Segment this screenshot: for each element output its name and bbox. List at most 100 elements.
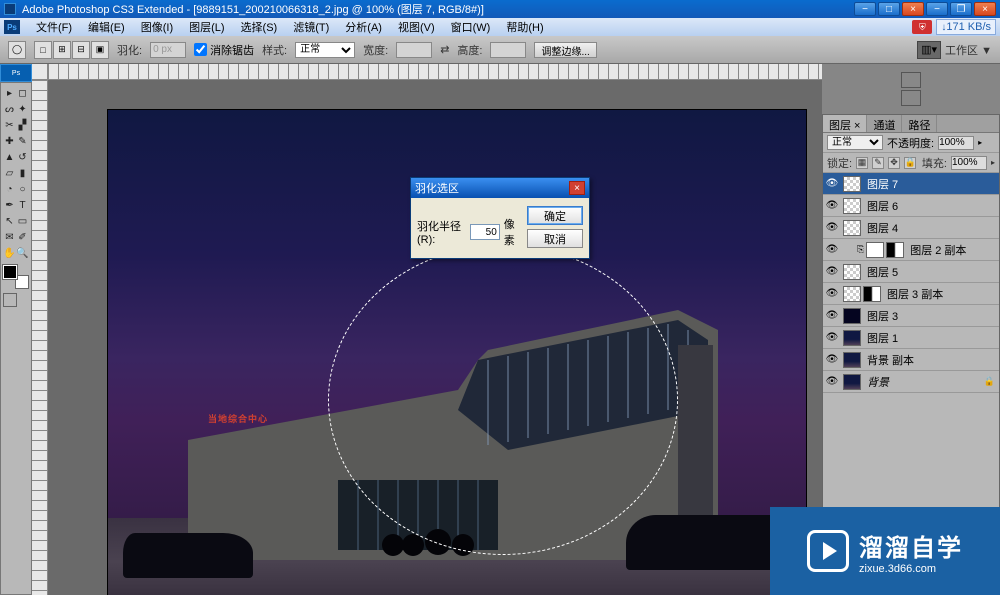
ruler-vertical[interactable] (32, 80, 48, 595)
menu-edit[interactable]: 编辑(E) (80, 17, 133, 37)
layer-name[interactable]: 图层 3 副本 (883, 286, 999, 302)
dodge-tool[interactable]: ○ (16, 182, 29, 196)
slice-tool[interactable]: ▞ (16, 118, 29, 132)
eye-icon[interactable]: 👁 (823, 288, 841, 299)
layer-row[interactable]: 👁 图层 6 (823, 195, 999, 217)
wand-tool[interactable]: ✦ (16, 102, 29, 116)
fill-input[interactable] (951, 156, 987, 170)
feather-input[interactable] (150, 42, 186, 58)
background-color[interactable] (15, 275, 29, 289)
type-tool[interactable]: T (16, 198, 29, 212)
layer-row[interactable]: 👁⎘图层 2 副本 (823, 239, 999, 261)
layer-name[interactable]: 背景 (863, 374, 984, 390)
layer-thumb[interactable] (843, 330, 861, 346)
workspace-button[interactable]: 工作区 ▼ (945, 42, 992, 58)
style-select[interactable]: 正常 (295, 42, 355, 58)
layer-name[interactable]: 图层 4 (863, 220, 999, 236)
tab-layers[interactable]: 图层 × (823, 115, 867, 132)
lock-all-icon[interactable]: 🔒 (904, 157, 916, 169)
dialog-close-button[interactable]: × (569, 181, 585, 195)
brush-tool[interactable]: ✎ (16, 134, 29, 148)
shape-tool[interactable]: ▭ (16, 214, 29, 228)
layer-name[interactable]: 图层 6 (863, 198, 999, 214)
layer-thumb[interactable] (843, 308, 861, 324)
go-bridge-icon[interactable]: ▥▾ (917, 41, 941, 59)
layer-row[interactable]: 👁 图层 4 (823, 217, 999, 239)
blend-mode-select[interactable]: 正常 (827, 135, 883, 150)
menu-image[interactable]: 图像(I) (133, 17, 181, 37)
crop-tool[interactable]: ✂ (3, 118, 16, 132)
history-brush-tool[interactable]: ↺ (16, 150, 29, 164)
antialias-checkbox[interactable]: 消除锯齿 (194, 42, 254, 58)
selection-new-icon[interactable]: □ (34, 41, 52, 59)
eye-icon[interactable]: 👁 (823, 244, 841, 255)
eye-icon[interactable]: 👁 (823, 332, 841, 343)
layer-row[interactable]: 👁图层 1 (823, 327, 999, 349)
selection-intersect-icon[interactable]: ▣ (91, 41, 109, 59)
tab-paths[interactable]: 路径 (902, 115, 937, 132)
doc-close-button[interactable]: × (974, 2, 996, 16)
close-button[interactable]: × (902, 2, 924, 16)
selection-subtract-icon[interactable]: ⊟ (72, 41, 90, 59)
eye-icon[interactable]: 👁 (823, 266, 841, 277)
zoom-tool[interactable]: 🔍 (16, 246, 29, 260)
lock-pixels-icon[interactable]: ✎ (872, 157, 884, 169)
eyedropper-tool[interactable]: ✐ (16, 230, 29, 244)
menu-window[interactable]: 窗口(W) (443, 17, 499, 37)
eye-icon[interactable]: 👁 (823, 222, 841, 233)
radius-input[interactable] (470, 224, 500, 240)
hand-tool[interactable]: ✋ (3, 246, 16, 260)
menu-view[interactable]: 视图(V) (390, 17, 443, 37)
minimize-button[interactable]: − (854, 2, 876, 16)
layer-name[interactable]: 背景 副本 (863, 352, 999, 368)
tool-preset-icon[interactable]: ◯ (8, 41, 26, 59)
menu-analysis[interactable]: 分析(A) (337, 17, 390, 37)
doc-restore-button[interactable]: ❐ (950, 2, 972, 16)
opacity-arrow-icon[interactable]: ▸ (978, 138, 982, 147)
layer-row[interactable]: 👁 图层 3 副本 (823, 283, 999, 305)
layer-row[interactable]: 👁 图层 3 (823, 305, 999, 327)
pen-tool[interactable]: ✒ (3, 198, 16, 212)
lock-transparent-icon[interactable]: ▦ (856, 157, 868, 169)
path-tool[interactable]: ↖ (3, 214, 16, 228)
ok-button[interactable]: 确定 (527, 206, 583, 225)
collapsed-panel-dock[interactable] (822, 64, 1000, 114)
heal-tool[interactable]: ✚ (3, 134, 16, 148)
menu-layer[interactable]: 图层(L) (181, 17, 232, 37)
layer-thumb[interactable] (843, 352, 861, 368)
layer-thumb[interactable] (843, 198, 861, 214)
selection-add-icon[interactable]: ⊞ (53, 41, 71, 59)
marquee-tool[interactable]: ◻ (16, 86, 29, 100)
doc-minimize-button[interactable]: − (926, 2, 948, 16)
gradient-tool[interactable]: ▮ (16, 166, 29, 180)
layer-row[interactable]: 👁背景 副本 (823, 349, 999, 371)
menu-file[interactable]: 文件(F) (28, 17, 80, 37)
layer-name[interactable]: 图层 7 (863, 176, 999, 192)
refine-edge-button[interactable]: 调整边缘... (534, 42, 596, 58)
layer-row[interactable]: 👁图层 7 (823, 173, 999, 195)
lock-position-icon[interactable]: ✥ (888, 157, 900, 169)
cancel-button[interactable]: 取消 (527, 229, 583, 248)
layer-row[interactable]: 👁图层 5 (823, 261, 999, 283)
eraser-tool[interactable]: ▱ (3, 166, 16, 180)
layer-thumb[interactable] (843, 176, 861, 192)
menu-select[interactable]: 选择(S) (233, 17, 286, 37)
layer-thumb[interactable] (843, 220, 861, 236)
layer-name[interactable]: 图层 3 (863, 308, 999, 324)
layer-thumb[interactable] (866, 242, 884, 258)
blur-tool[interactable]: ◔ (3, 182, 16, 196)
move-tool[interactable]: ▸ (3, 86, 16, 100)
tab-channels[interactable]: 通道 (867, 115, 902, 132)
color-swatches[interactable] (3, 265, 29, 289)
menu-filter[interactable]: 滤镜(T) (285, 17, 337, 37)
eye-icon[interactable]: 👁 (823, 310, 841, 321)
eye-icon[interactable]: 👁 (823, 200, 841, 211)
ruler-horizontal[interactable] (48, 64, 822, 80)
layer-name[interactable]: 图层 2 副本 (906, 242, 999, 258)
menu-help[interactable]: 帮助(H) (498, 17, 551, 37)
layer-mask-thumb[interactable] (886, 242, 904, 258)
fill-arrow-icon[interactable]: ▸ (991, 158, 995, 167)
layer-thumb[interactable] (843, 374, 861, 390)
layer-mask-thumb[interactable] (863, 286, 881, 302)
layer-thumb[interactable] (843, 286, 861, 302)
